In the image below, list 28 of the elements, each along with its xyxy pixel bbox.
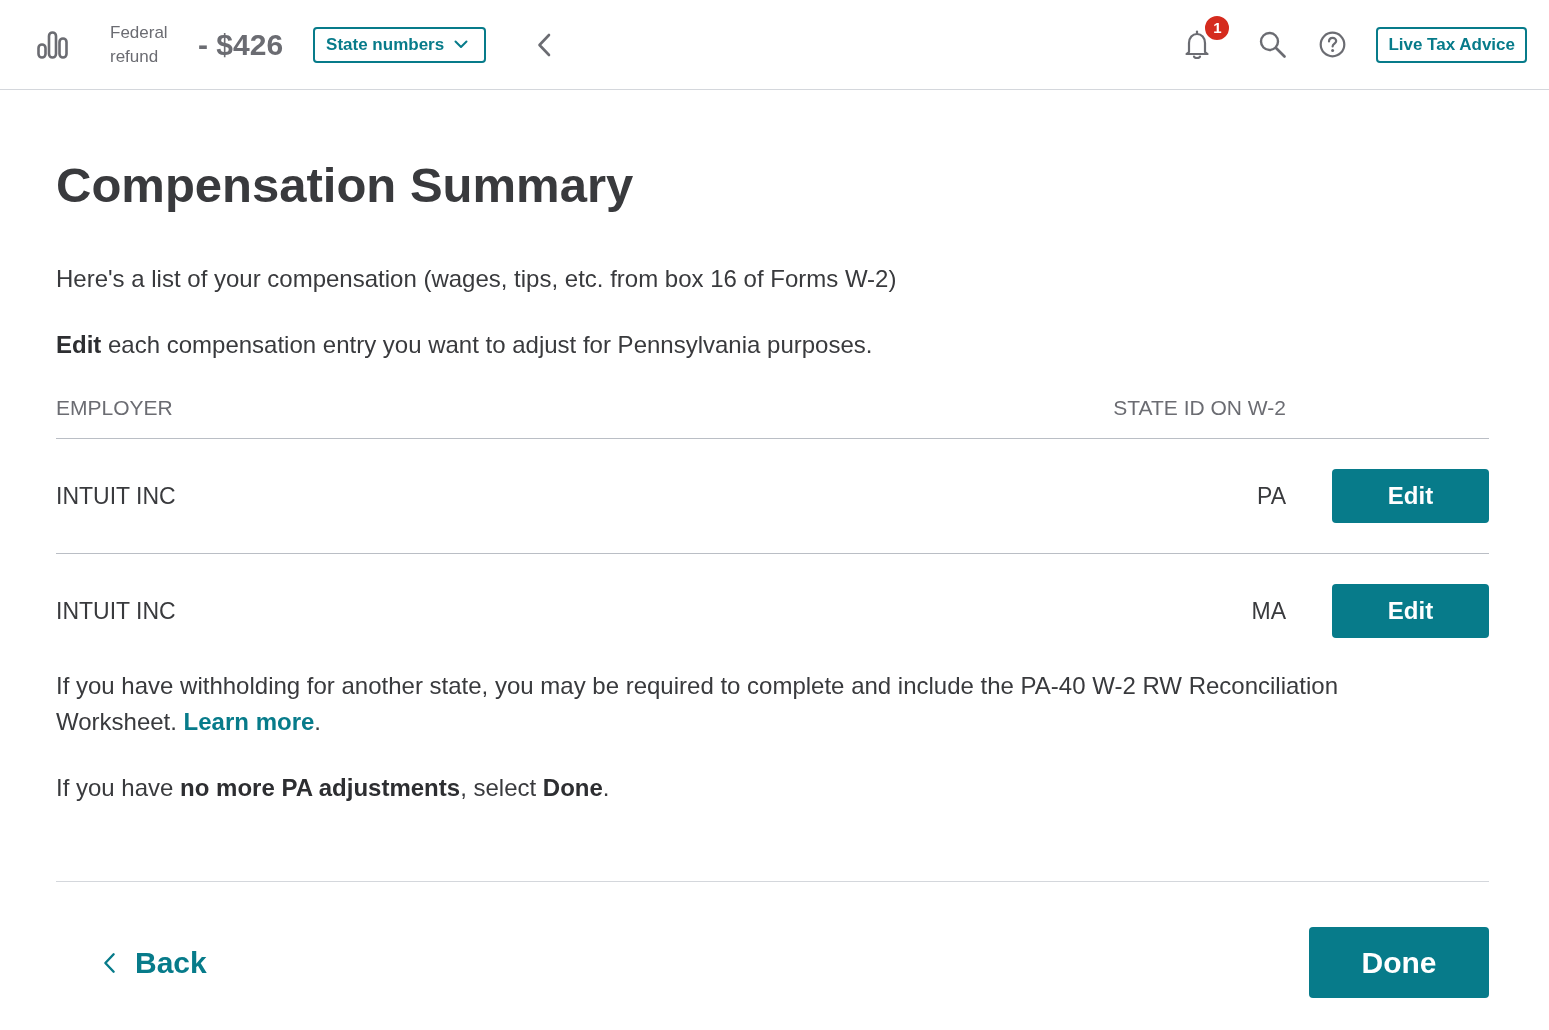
reconciliation-note: If you have withholding for another state, you may be required to complete and include the PA-40 W-2 RW Reconciliation Worksheet. Learn more. bbox=[56, 671, 1340, 737]
chevron-down-icon bbox=[454, 40, 469, 49]
edit-button[interactable]: Edit bbox=[1332, 584, 1489, 638]
edit-button[interactable]: Edit bbox=[1332, 469, 1489, 523]
chevron-left-icon bbox=[103, 951, 116, 974]
page-title: Compensation Summary bbox=[56, 157, 635, 214]
column-header: STATE ID ON W-2 bbox=[1113, 395, 1286, 421]
done-button[interactable]: Done bbox=[1309, 927, 1489, 998]
search-icon[interactable] bbox=[1259, 31, 1287, 58]
back-button[interactable]: Back bbox=[103, 945, 207, 980]
state-id-cell: PA bbox=[1257, 482, 1286, 510]
notification-badge: 1 bbox=[1203, 13, 1232, 42]
bar-chart-icon[interactable] bbox=[37, 30, 68, 59]
employer-cell-text: INTUIT INC bbox=[56, 597, 177, 625]
live-tax-advice-button[interactable]: Live Tax Advice bbox=[1376, 26, 1527, 63]
intro-text: Here's a list of your compensation (wages, tips, etc. from box 16 of Forms W-2) bbox=[56, 264, 898, 294]
column-header: EMPLOYER bbox=[56, 395, 174, 421]
chevron-left-icon[interactable] bbox=[537, 32, 552, 57]
employer-cell-text: INTUIT INC bbox=[56, 482, 177, 510]
learn-more-link[interactable]: Learn more bbox=[183, 708, 315, 735]
bell-icon[interactable] bbox=[1185, 29, 1210, 60]
state-id-cell: MA bbox=[1251, 597, 1286, 625]
refund-amount: - $426 bbox=[198, 27, 284, 62]
refund-label: Federal refund bbox=[110, 21, 169, 68]
state-numbers-button[interactable]: State numbers bbox=[313, 26, 487, 63]
help-icon[interactable] bbox=[1319, 31, 1347, 58]
closing-text: If you have no more PA adjustments, select Done. bbox=[56, 773, 611, 803]
instruction-text: Edit each compensation entry you want to adjust for Pennsylvania purposes. bbox=[56, 330, 874, 360]
